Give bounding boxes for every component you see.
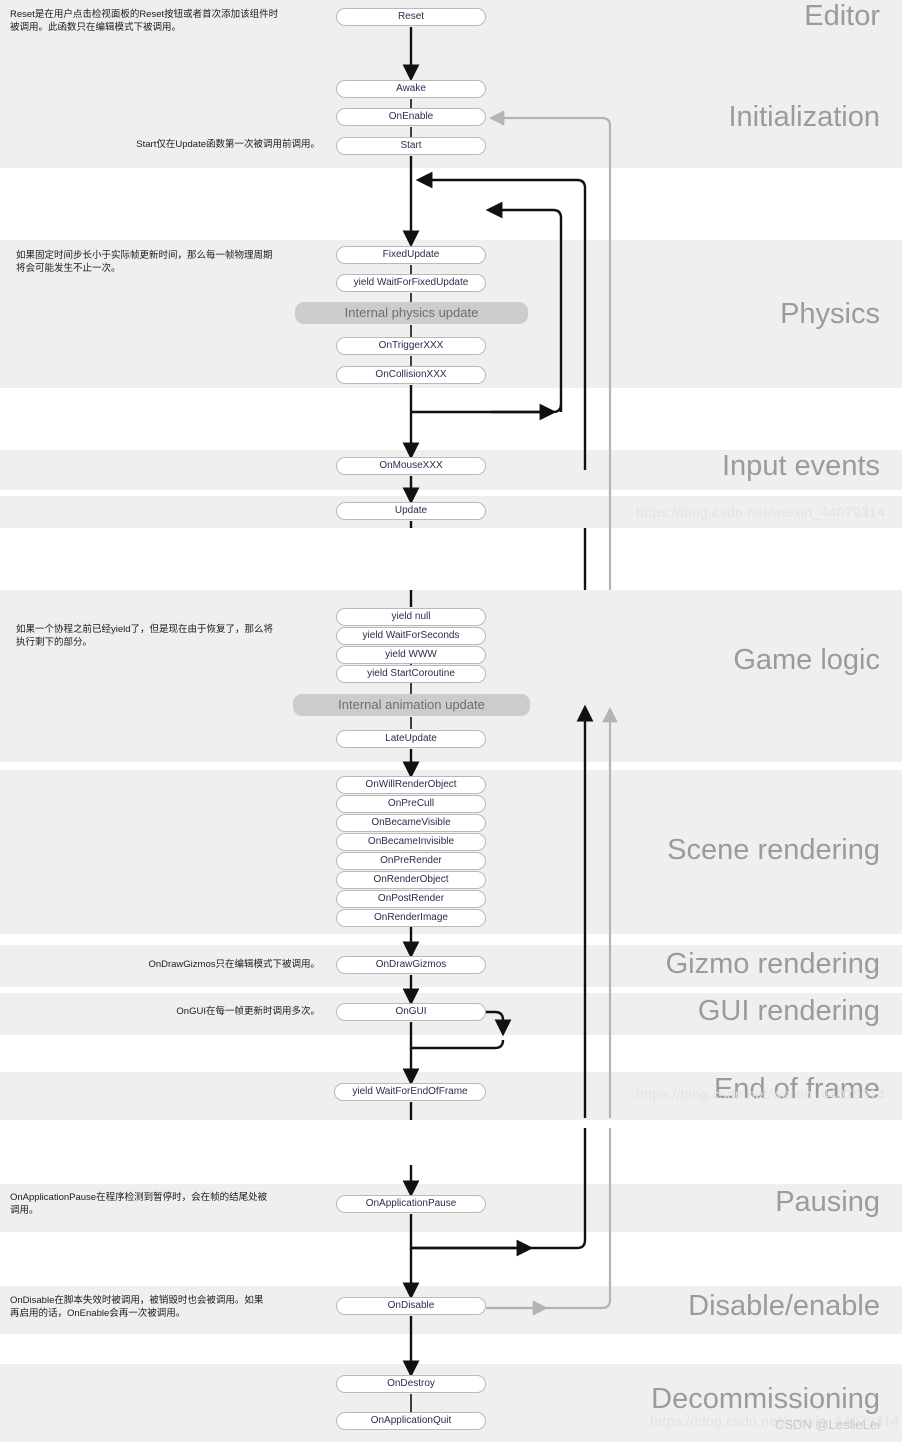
note-pause: OnApplicationPause在程序检测到暂停时，会在帧的结尾处被 调用。	[10, 1191, 330, 1217]
phase-label-game-logic: Game logic	[733, 644, 880, 676]
note-pause-line2: 调用。	[10, 1205, 39, 1216]
node-fixedupdate[interactable]: FixedUpdate	[336, 246, 486, 264]
node-onbecamevisible[interactable]: OnBecameVisible	[336, 814, 486, 832]
node-start[interactable]: Start	[336, 137, 486, 155]
note-start: Start仅在Update函数第一次被调用前调用。	[136, 139, 320, 150]
watermark-url-lower: https://blog.csdn.net/weixin_44079314	[636, 1086, 886, 1102]
node-yield-waitforfixedupdate[interactable]: yield WaitForFixedUpdate	[336, 274, 486, 292]
node-yield-waitforendofframe[interactable]: yield WaitForEndOfFrame	[334, 1083, 486, 1101]
unity-lifecycle-diagram: Reset Awake OnEnable Start FixedUpdate y…	[0, 0, 902, 1442]
node-onprecull[interactable]: OnPreCull	[336, 795, 486, 813]
node-onapplicationpause[interactable]: OnApplicationPause	[336, 1195, 486, 1213]
node-onwillrenderobject[interactable]: OnWillRenderObject	[336, 776, 486, 794]
node-ontriggerxxx[interactable]: OnTriggerXXX	[336, 337, 486, 355]
node-ondrawgizmos[interactable]: OnDrawGizmos	[336, 956, 486, 974]
note-fixedupdate-line1: 如果固定时间步长小于实际帧更新时间，那么每一帧物理周期	[16, 250, 273, 261]
node-yield-www[interactable]: yield WWW	[336, 646, 486, 664]
phase-label-physics: Physics	[780, 298, 880, 330]
phase-label-gui-rendering: GUI rendering	[697, 995, 880, 1027]
note-disable: OnDisable在脚本失效时被调用，被销毁时也会被调用。如果 再启用的话，On…	[10, 1294, 330, 1320]
note-gizmos: OnDrawGizmos只在编辑模式下被调用。	[148, 959, 320, 970]
phase-label-disable-enable: Disable/enable	[688, 1290, 880, 1322]
note-coroutine: 如果一个协程之前已经yield了，但是现在由于恢复了，那么将 执行剩下的部分。	[16, 623, 326, 649]
node-awake[interactable]: Awake	[336, 80, 486, 98]
note-disable-line1: OnDisable在脚本失效时被调用，被销毁时也会被调用。如果	[10, 1295, 264, 1306]
watermark-author: CSDN @LeslieLei	[775, 1417, 880, 1432]
note-reset-line1: Reset是在用户点击检视面板的Reset按钮或者首次添加该组件时	[10, 9, 279, 20]
phase-label-initialization: Initialization	[728, 101, 880, 133]
phase-label-input-events: Input events	[722, 450, 880, 482]
note-coroutine-line2: 执行剩下的部分。	[16, 637, 93, 648]
note-fixedupdate-line2: 将会可能发生不止一次。	[16, 263, 121, 274]
node-lateupdate[interactable]: LateUpdate	[336, 730, 486, 748]
node-yield-startcoroutine[interactable]: yield StartCoroutine	[336, 665, 486, 683]
node-onapplicationquit[interactable]: OnApplicationQuit	[336, 1412, 486, 1430]
node-onrenderimage[interactable]: OnRenderImage	[336, 909, 486, 927]
note-pause-line1: OnApplicationPause在程序检测到暂停时，会在帧的结尾处被	[10, 1192, 268, 1203]
node-yield-waitforseconds[interactable]: yield WaitForSeconds	[336, 627, 486, 645]
note-reset-line2: 被调用。此函数只在编辑模式下被调用。	[10, 22, 182, 33]
phase-label-editor: Editor	[804, 0, 880, 32]
phase-label-gizmo-rendering: Gizmo rendering	[665, 948, 880, 980]
watermark-url-mid: https://blog.csdn.net/weixin_44079314	[636, 504, 886, 520]
node-internal-animation-update: Internal animation update	[293, 694, 530, 716]
flow-connectors	[402, 27, 618, 1412]
node-onrenderobject[interactable]: OnRenderObject	[336, 871, 486, 889]
phase-label-scene-rendering: Scene rendering	[667, 834, 880, 866]
note-reset: Reset是在用户点击检视面板的Reset按钮或者首次添加该组件时 被调用。此函…	[10, 8, 320, 34]
phase-label-decommissioning: Decommissioning	[651, 1383, 880, 1415]
phase-label-pausing: Pausing	[775, 1186, 880, 1218]
node-onmousexxx[interactable]: OnMouseXXX	[336, 457, 486, 475]
node-ongui[interactable]: OnGUI	[336, 1003, 486, 1021]
note-ongui: OnGUI在每一帧更新时调用多次。	[176, 1006, 320, 1017]
node-onprerender[interactable]: OnPreRender	[336, 852, 486, 870]
node-oncollisionxxx[interactable]: OnCollisionXXX	[336, 366, 486, 384]
node-onpostrender[interactable]: OnPostRender	[336, 890, 486, 908]
node-internal-physics-update: Internal physics update	[295, 302, 528, 324]
note-fixedupdate: 如果固定时间步长小于实际帧更新时间，那么每一帧物理周期 将会可能发生不止一次。	[16, 249, 326, 275]
note-disable-line2: 再启用的话，OnEnable会再一次被调用。	[10, 1308, 186, 1319]
node-ondisable[interactable]: OnDisable	[336, 1297, 486, 1315]
node-onbecameinvisible[interactable]: OnBecameInvisible	[336, 833, 486, 851]
node-onenable[interactable]: OnEnable	[336, 108, 486, 126]
node-ondestroy[interactable]: OnDestroy	[336, 1375, 486, 1393]
node-update[interactable]: Update	[336, 502, 486, 520]
note-coroutine-line1: 如果一个协程之前已经yield了，但是现在由于恢复了，那么将	[16, 624, 274, 635]
node-reset[interactable]: Reset	[336, 8, 486, 26]
node-yield-null[interactable]: yield null	[336, 608, 486, 626]
